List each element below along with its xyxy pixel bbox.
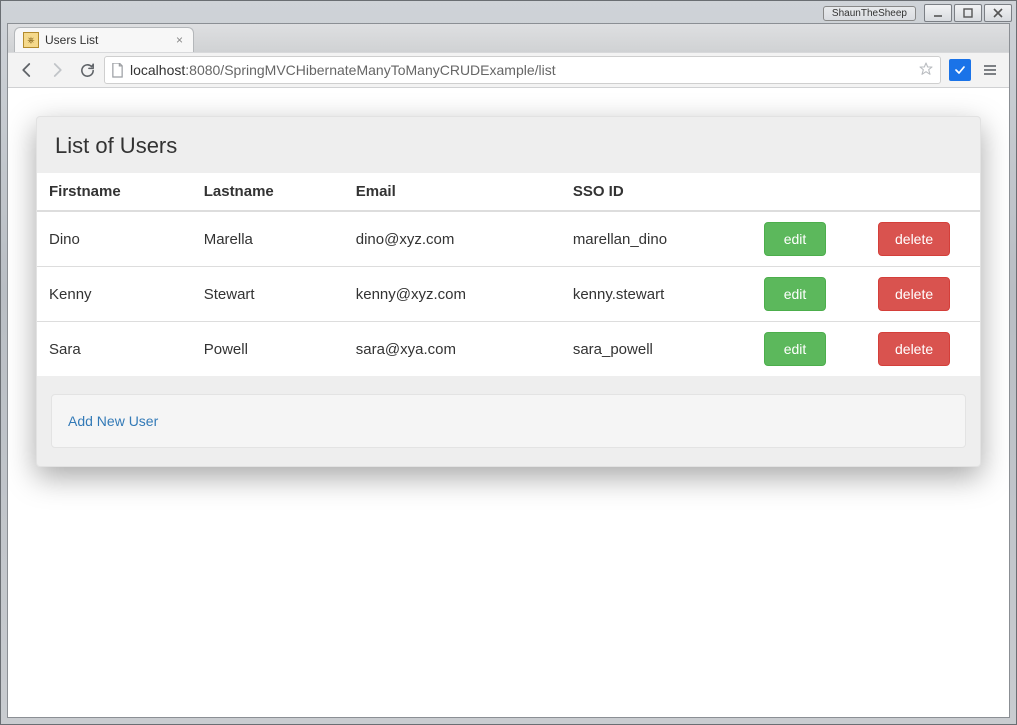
reload-button[interactable] (74, 57, 100, 83)
table-header-row: Firstname Lastname Email SSO ID (37, 173, 980, 211)
col-sso-id: SSO ID (561, 173, 752, 211)
browser-tab[interactable]: ⎈ Users List × (14, 27, 194, 52)
os-titlebar: ShaunTheSheep (1, 1, 1016, 23)
cell-lastname: Powell (192, 322, 344, 377)
tab-title: Users List (45, 33, 98, 47)
os-window: ShaunTheSheep ⎈ Users List × (0, 0, 1017, 725)
url-path: :8080/SpringMVCHibernateManyToManyCRUDEx… (185, 62, 555, 78)
forward-button[interactable] (44, 57, 70, 83)
table-row: SaraPowellsara@xya.comsara_powell edit del… (37, 322, 980, 377)
cell-firstname: Sara (37, 322, 192, 377)
tab-close-icon[interactable]: × (174, 33, 185, 47)
viewport: List of Users Firstname Lastname Email S… (8, 88, 1009, 717)
delete-button[interactable]: delete (878, 277, 950, 311)
page-icon (111, 63, 124, 78)
delete-button[interactable]: delete (878, 332, 950, 366)
cell-sso_id: marellan_dino (561, 211, 752, 267)
edit-button[interactable]: edit (764, 277, 826, 311)
cell-lastname: Marella (192, 211, 344, 267)
table-row: KennyStewartkenny@xyz.comkenny.stewart ed… (37, 267, 980, 322)
add-new-user-link[interactable]: Add New User (68, 413, 158, 429)
cell-delete: delete (866, 267, 980, 322)
cell-firstname: Kenny (37, 267, 192, 322)
tabstrip: ⎈ Users List × (8, 24, 1009, 52)
col-delete (866, 173, 980, 211)
cell-sso_id: kenny.stewart (561, 267, 752, 322)
col-lastname: Lastname (192, 173, 344, 211)
cell-delete: delete (866, 322, 980, 377)
os-app-pill: ShaunTheSheep (823, 6, 916, 21)
url-host: localhost (130, 62, 185, 78)
page-title: List of Users (37, 117, 980, 173)
users-table: Firstname Lastname Email SSO ID DinoMare… (37, 173, 980, 376)
window-minimize-button[interactable] (924, 4, 952, 22)
edit-button[interactable]: edit (764, 332, 826, 366)
cell-lastname: Stewart (192, 267, 344, 322)
page: List of Users Firstname Lastname Email S… (8, 88, 1009, 495)
col-firstname: Firstname (37, 173, 192, 211)
cell-email: sara@xya.com (344, 322, 561, 377)
address-bar[interactable]: localhost:8080/SpringMVCHibernateManyToM… (104, 56, 941, 84)
cell-delete: delete (866, 211, 980, 267)
delete-button[interactable]: delete (878, 222, 950, 256)
col-edit (752, 173, 866, 211)
favicon-icon: ⎈ (23, 32, 39, 48)
window-maximize-button[interactable] (954, 4, 982, 22)
extension-icon[interactable] (949, 59, 971, 81)
add-user-well: Add New User (51, 394, 966, 448)
cell-email: dino@xyz.com (344, 211, 561, 267)
back-button[interactable] (14, 57, 40, 83)
cell-email: kenny@xyz.com (344, 267, 561, 322)
cell-edit: edit (752, 322, 866, 377)
browser-window: ⎈ Users List × localhost:8080/SpringMVCH… (7, 23, 1010, 718)
users-panel: List of Users Firstname Lastname Email S… (36, 116, 981, 467)
cell-edit: edit (752, 211, 866, 267)
cell-edit: edit (752, 267, 866, 322)
hamburger-menu-icon[interactable] (977, 57, 1003, 83)
cell-firstname: Dino (37, 211, 192, 267)
edit-button[interactable]: edit (764, 222, 826, 256)
browser-toolbar: localhost:8080/SpringMVCHibernateManyToM… (8, 52, 1009, 88)
bookmark-star-icon[interactable] (918, 61, 934, 80)
cell-sso_id: sara_powell (561, 322, 752, 377)
table-row: DinoMarelladino@xyz.commarellan_dino edit… (37, 211, 980, 267)
window-close-button[interactable] (984, 4, 1012, 22)
col-email: Email (344, 173, 561, 211)
